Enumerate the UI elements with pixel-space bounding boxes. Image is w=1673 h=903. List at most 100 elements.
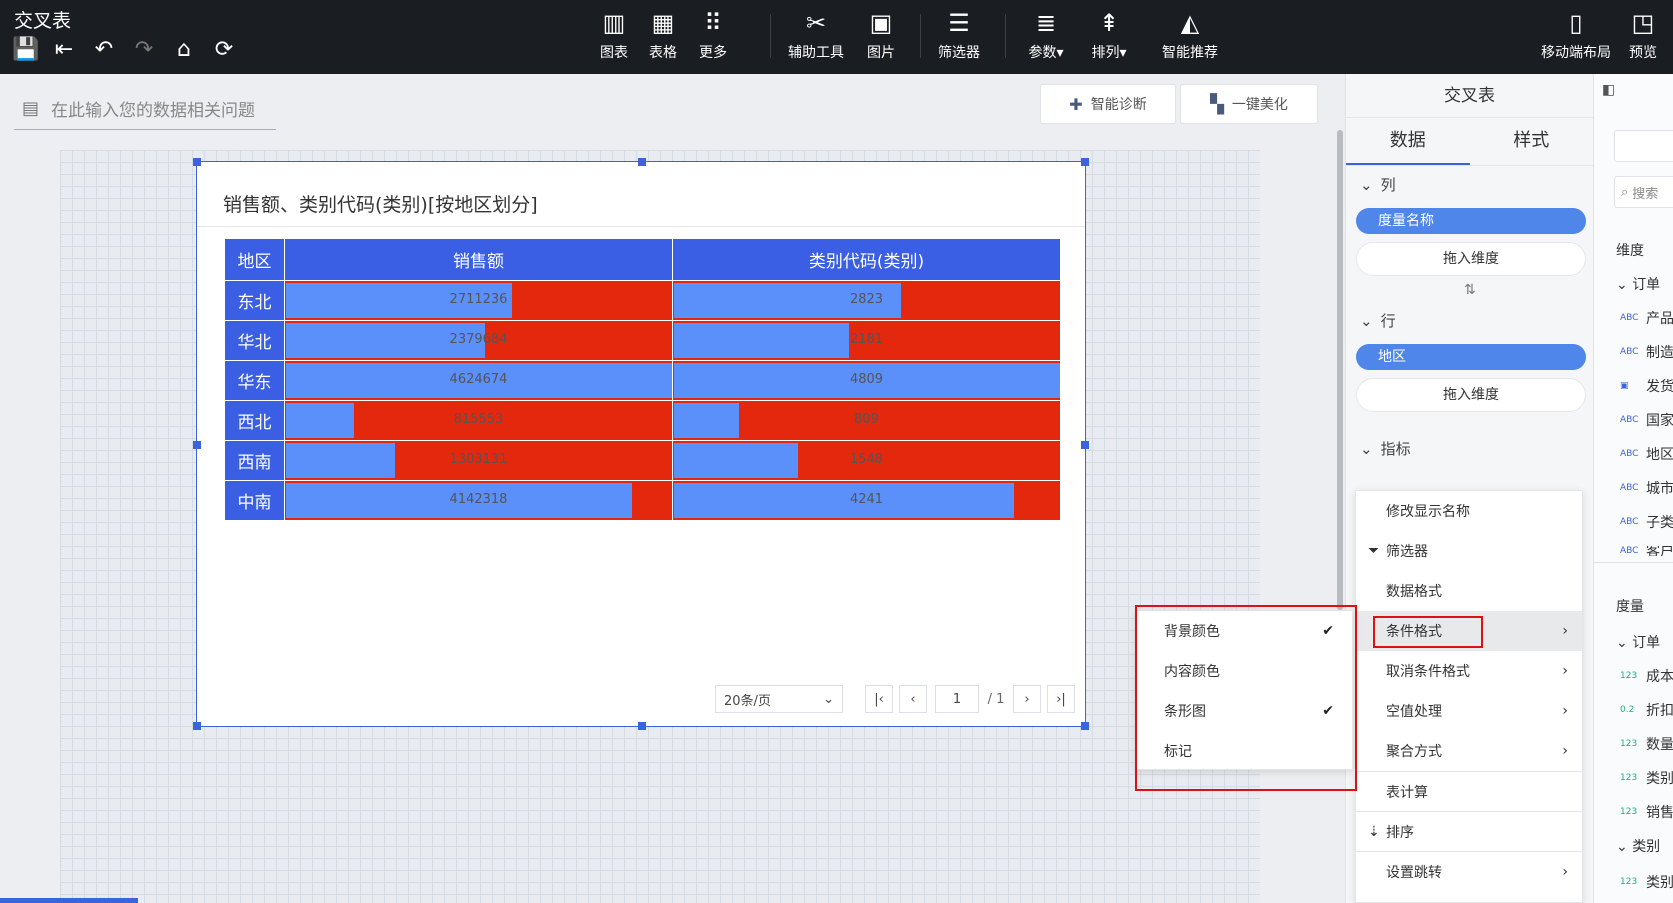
value-cell-sales[interactable]: 4142318 <box>284 480 673 521</box>
row-header-region[interactable]: 东北 <box>224 280 285 321</box>
field-item[interactable]: ABC 产品 <box>1620 308 1673 328</box>
category-group[interactable]: ⌄ 类别 <box>1616 836 1660 856</box>
undo-icon[interactable]: ↶ <box>92 38 116 62</box>
measure-item[interactable]: 123 成本 <box>1620 666 1673 686</box>
measure-item[interactable]: 123 类别 <box>1620 872 1673 892</box>
field-search-input[interactable]: ⌕ 搜索 <box>1614 176 1673 208</box>
resize-handle[interactable] <box>1081 722 1089 730</box>
next-page-button[interactable]: › <box>1013 685 1041 713</box>
field-panel-button[interactable] <box>1614 130 1673 162</box>
last-page-button[interactable]: ›| <box>1047 685 1075 713</box>
value-cell-code[interactable]: 2823 <box>672 280 1061 321</box>
menu-sort[interactable]: ⇣ 排序 <box>1356 811 1582 851</box>
resize-handle[interactable] <box>1081 441 1089 449</box>
collapse-panel-icon[interactable]: ◧ <box>1602 82 1615 98</box>
value-cell-sales[interactable]: 2711236 <box>284 280 673 321</box>
row-header-region[interactable]: 华北 <box>224 320 285 361</box>
tool-more[interactable]: ⠿ 更多 <box>683 8 743 62</box>
comment-icon: ▤ <box>22 98 40 119</box>
crosstab-widget[interactable]: 销售额、类别代码(类别)[按地区划分] 地区 销售额 类别代码(类别) 东北 27… <box>193 158 1089 730</box>
redo-icon[interactable]: ↷ <box>132 38 156 62</box>
value-cell-code[interactable]: 4241 <box>672 480 1061 521</box>
tab-style[interactable]: 样式 <box>1470 118 1594 165</box>
chevron-down-icon: ⌄ <box>823 691 834 707</box>
menu-table-calc[interactable]: 表计算 <box>1356 771 1582 811</box>
measures-section[interactable]: ⌄ 指标 <box>1360 438 1411 459</box>
row-drop-zone[interactable]: 拖入维度 <box>1356 378 1586 412</box>
field-item[interactable]: ABC 子类 <box>1620 512 1673 532</box>
search-icon: ⌕ <box>1621 184 1629 200</box>
tool-mobile-layout[interactable]: ▯ 移动端布局 <box>1533 8 1619 62</box>
toolbar-divider <box>770 14 771 58</box>
column-drop-zone[interactable]: 拖入维度 <box>1356 242 1586 276</box>
row-header-region[interactable]: 中南 <box>224 480 285 521</box>
cell-value: 4142318 <box>449 492 508 507</box>
resize-handle[interactable] <box>1081 158 1089 166</box>
field-item[interactable]: ABC 城市 <box>1620 478 1673 498</box>
header-sales[interactable]: 销售额 <box>284 238 673 281</box>
canvas-scrollbar[interactable] <box>1337 130 1343 610</box>
tool-smart-recommend[interactable]: ◭ 智能推荐 <box>1152 8 1228 62</box>
resize-handle[interactable] <box>638 158 646 166</box>
table-row: 华北 2379684 2181 <box>224 320 1061 361</box>
measure-item[interactable]: 0.2 折扣 <box>1620 700 1673 720</box>
menu-rename[interactable]: 修改显示名称 <box>1356 491 1582 531</box>
tool-image[interactable]: ▣ 图片 <box>851 8 911 62</box>
tool-preview[interactable]: ◳ 预览 <box>1618 8 1668 62</box>
row-field-pill[interactable]: 地区 <box>1356 344 1586 370</box>
value-cell-sales[interactable]: 2379684 <box>284 320 673 361</box>
tab-data[interactable]: 数据 <box>1346 118 1470 165</box>
row-header-region[interactable]: 西北 <box>224 400 285 441</box>
resize-handle[interactable] <box>193 722 201 730</box>
header-category-code[interactable]: 类别代码(类别) <box>672 238 1061 281</box>
swap-icon[interactable]: ⇅ <box>1464 282 1476 298</box>
back-icon[interactable]: ⇤ <box>52 38 76 62</box>
dimension-group[interactable]: ⌄ 订单 <box>1616 274 1660 294</box>
menu-null-handling[interactable]: 空值处理 › <box>1356 691 1582 731</box>
field-item[interactable]: ▣ 发货 <box>1620 376 1673 396</box>
field-item[interactable]: ABC 制造 <box>1620 342 1673 362</box>
value-cell-sales[interactable]: 4624674 <box>284 360 673 401</box>
tool-filter[interactable]: ☰ 筛选器 <box>929 8 989 62</box>
field-item[interactable]: ABC 国家 <box>1620 410 1673 430</box>
menu-aggregation[interactable]: 聚合方式 › <box>1356 731 1582 771</box>
page-number-input[interactable]: 1 <box>935 685 979 713</box>
tool-arrange[interactable]: ⇞ 排列▾ <box>1079 8 1139 62</box>
row-header-region[interactable]: 华东 <box>224 360 285 401</box>
measure-item[interactable]: 123 数量 <box>1620 734 1673 754</box>
format-brush-icon[interactable]: ⌂ <box>172 38 196 62</box>
measure-group[interactable]: ⌄ 订单 <box>1616 632 1660 652</box>
menu-cancel-conditional-format[interactable]: 取消条件格式 › <box>1356 651 1582 691</box>
columns-section[interactable]: ⌄ 列 <box>1360 174 1396 195</box>
menu-set-jump[interactable]: 设置跳转 › <box>1356 851 1582 891</box>
resize-handle[interactable] <box>193 441 201 449</box>
value-cell-code[interactable]: 809 <box>672 400 1061 441</box>
rows-section[interactable]: ⌄ 行 <box>1360 310 1396 331</box>
resize-handle[interactable] <box>638 722 646 730</box>
value-cell-sales[interactable]: 815553 <box>284 400 673 441</box>
header-region[interactable]: 地区 <box>224 238 285 281</box>
column-field-pill[interactable]: 度量名称 <box>1356 208 1586 234</box>
first-page-button[interactable]: |‹ <box>865 685 893 713</box>
value-cell-code[interactable]: 2181 <box>672 320 1061 361</box>
page-size-select[interactable]: 20条/页 ⌄ <box>715 685 843 713</box>
measure-item[interactable]: 123 销售 <box>1620 802 1673 822</box>
value-cell-code[interactable]: 4809 <box>672 360 1061 401</box>
field-item[interactable]: ABC 客户 <box>1620 546 1673 556</box>
measure-item[interactable]: 123 类别 <box>1620 768 1673 788</box>
tool-assist[interactable]: ✂ 辅助工具 <box>786 8 846 62</box>
refresh-icon[interactable]: ⟳ <box>212 38 236 62</box>
menu-data-format[interactable]: 数据格式 <box>1356 571 1582 611</box>
field-item[interactable]: ABC 地区 <box>1620 444 1673 464</box>
save-icon[interactable]: 💾 <box>12 38 39 62</box>
prev-page-button[interactable]: ‹ <box>899 685 927 713</box>
resize-handle[interactable] <box>193 158 201 166</box>
smart-diagnose-button[interactable]: ✚ 智能诊断 <box>1040 84 1176 124</box>
one-click-beautify-button[interactable]: ▚ 一键美化 <box>1180 84 1318 124</box>
question-input[interactable]: ▤ 在此输入您的数据相关问题 <box>14 88 276 130</box>
row-header-region[interactable]: 西南 <box>224 440 285 481</box>
menu-filter[interactable]: ⏷ 筛选器 <box>1356 531 1582 571</box>
value-cell-code[interactable]: 1548 <box>672 440 1061 481</box>
tool-params[interactable]: ≣ 参数▾ <box>1016 8 1076 62</box>
value-cell-sales[interactable]: 1303131 <box>284 440 673 481</box>
